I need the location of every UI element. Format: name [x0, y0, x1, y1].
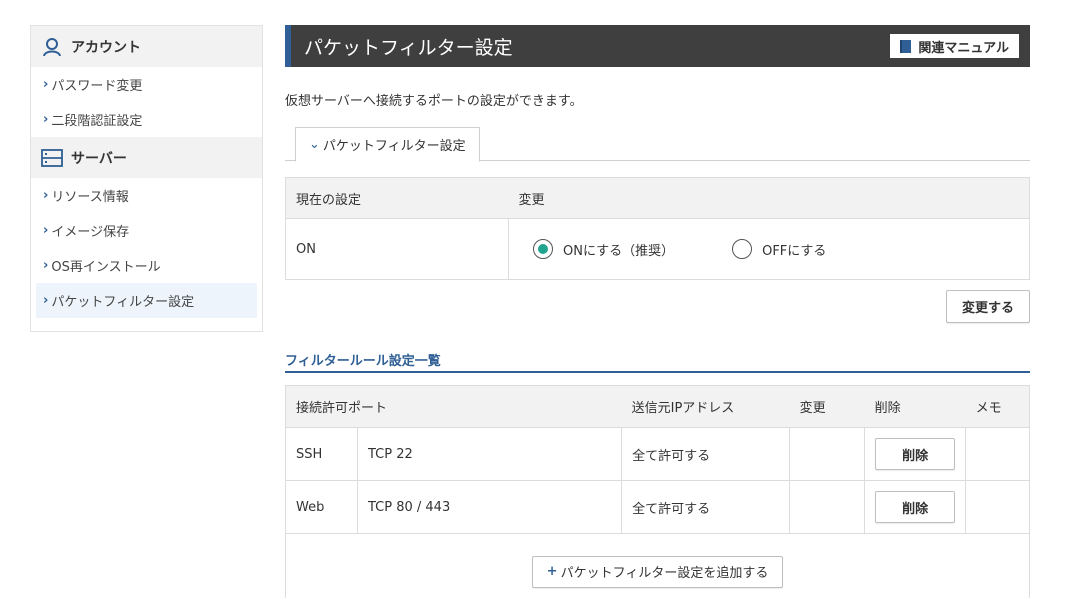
- column-header-change: 変更: [789, 385, 865, 428]
- chevron-right-icon: ›: [43, 293, 49, 308]
- sidebar-item-os-reinstall[interactable]: › OS再インストール: [31, 248, 262, 283]
- rule-delete-cell: 削除: [864, 427, 966, 481]
- sidebar-item-two-factor[interactable]: › 二段階認証設定: [31, 102, 262, 137]
- manual-button[interactable]: 関連マニュアル: [890, 34, 1019, 58]
- rule-port: TCP 22: [356, 427, 622, 481]
- rule-port: TCP 80 / 443: [356, 480, 622, 534]
- page-header: パケットフィルター設定 関連マニュアル: [285, 25, 1030, 67]
- sidebar-item-label: イメージ保存: [51, 225, 130, 240]
- radio-on[interactable]: ONにする（推奨）: [533, 239, 674, 259]
- page-title: パケットフィルター設定: [304, 36, 513, 59]
- sidebar-item-password[interactable]: › パスワード変更: [31, 67, 262, 102]
- sidebar-item-label: パケットフィルター設定: [51, 295, 195, 310]
- sidebar-heading-server: サーバー: [31, 137, 262, 178]
- rule-memo: [965, 480, 1030, 534]
- add-row: + パケットフィルター設定を追加する: [286, 534, 1030, 598]
- page-description: 仮想サーバーへ接続するポートの設定ができます。: [285, 94, 583, 109]
- main-content: パケットフィルター設定 関連マニュアル 仮想サーバーへ接続するポートの設定ができ…: [285, 25, 1030, 598]
- sidebar-item-resource-info[interactable]: › リソース情報: [31, 178, 262, 213]
- radio-on-circle[interactable]: [533, 239, 553, 259]
- change-row: 変更する: [285, 280, 1030, 332]
- add-cell: + パケットフィルター設定を追加する: [286, 534, 1030, 598]
- table-row: SSH TCP 22 全て許可する 削除: [285, 427, 1030, 481]
- rules-section-title: フィルタールール設定一覧: [285, 350, 1030, 373]
- sidebar-item-label: 二段階認証設定: [51, 114, 143, 129]
- delete-button[interactable]: 削除: [875, 438, 956, 470]
- radio-off[interactable]: OFFにする: [732, 239, 826, 259]
- sidebar-item-label: OS再インストール: [51, 260, 161, 275]
- column-header-change: 変更: [508, 177, 1030, 219]
- radio-on-label: ONにする（推奨）: [563, 243, 675, 259]
- sidebar-heading-label: アカウント: [71, 39, 141, 56]
- delete-button[interactable]: 削除: [875, 491, 956, 523]
- sidebar-heading-label: サーバー: [71, 150, 127, 167]
- user-icon: [41, 36, 63, 58]
- book-icon: [900, 39, 912, 53]
- change-button[interactable]: 変更する: [946, 289, 1030, 323]
- add-filter-label: パケットフィルター設定を追加する: [560, 566, 769, 581]
- change-options: ONにする（推奨） OFFにする: [508, 218, 1030, 280]
- radio-off-label: OFFにする: [762, 243, 827, 259]
- sidebar-item-label: リソース情報: [51, 190, 129, 205]
- radio-off-circle[interactable]: [732, 239, 753, 259]
- current-setting-value: ON: [296, 241, 316, 257]
- column-header-delete: 削除: [864, 385, 966, 428]
- manual-button-label: 関連マニュアル: [918, 40, 1009, 56]
- column-header-port: 接続許可ポート: [285, 385, 622, 428]
- tab-bar: ⌄ パケットフィルター設定: [285, 127, 1030, 162]
- rule-memo: [965, 427, 1030, 481]
- tab-label: パケットフィルター設定: [322, 139, 466, 154]
- sidebar-item-image-save[interactable]: › イメージ保存: [31, 213, 262, 248]
- chevron-right-icon: ›: [43, 223, 49, 238]
- chevron-down-icon: ⌄: [309, 137, 320, 152]
- sidebar-heading-account: アカウント: [31, 26, 262, 67]
- rules-table: 接続許可ポート 送信元IPアドレス 変更 削除 メモ SSH TCP 22 全て…: [285, 385, 1030, 598]
- rule-source: 全て許可する: [621, 480, 790, 534]
- rule-delete-cell: 削除: [864, 480, 966, 534]
- rule-name: SSH: [285, 427, 358, 481]
- column-header-memo: メモ: [965, 385, 1030, 428]
- add-filter-button[interactable]: + パケットフィルター設定を追加する: [531, 555, 784, 588]
- rule-change: [789, 427, 865, 481]
- setting-table: 現在の設定 変更 ON ONにする（推奨） OFFにする: [285, 177, 1030, 280]
- sidebar: アカウント › パスワード変更 › 二段階認証設定 サーバー › リソース情報 …: [30, 25, 263, 332]
- sidebar-item-packet-filter[interactable]: › パケットフィルター設定: [36, 283, 257, 318]
- chevron-right-icon: ›: [43, 112, 49, 127]
- rule-source: 全て許可する: [621, 427, 790, 481]
- tab-packet-filter[interactable]: ⌄ パケットフィルター設定: [295, 127, 480, 162]
- table-row: Web TCP 80 / 443 全て許可する 削除: [285, 480, 1030, 534]
- rule-change: [789, 480, 865, 534]
- rule-name: Web: [285, 480, 358, 534]
- chevron-right-icon: ›: [43, 258, 49, 273]
- column-header-source: 送信元IPアドレス: [621, 385, 790, 428]
- plus-icon: +: [546, 564, 558, 579]
- chevron-right-icon: ›: [43, 188, 49, 203]
- sidebar-item-label: パスワード変更: [51, 79, 143, 94]
- column-header-current: 現在の設定: [285, 177, 509, 219]
- chevron-right-icon: ›: [43, 77, 49, 92]
- server-icon: [41, 147, 63, 169]
